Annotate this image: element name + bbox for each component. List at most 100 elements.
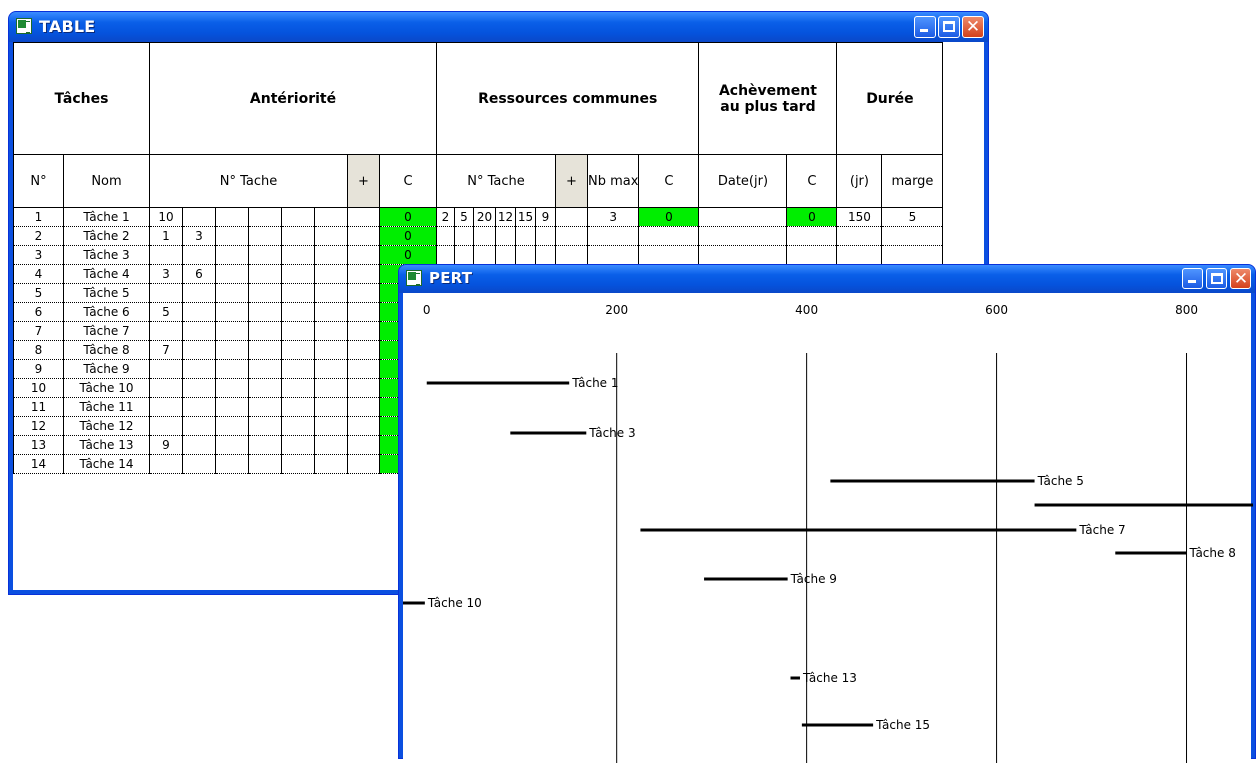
achevement-check[interactable]: 0 — [786, 207, 838, 227]
anteriorite-cell[interactable] — [215, 283, 249, 303]
anteriorite-cell[interactable] — [215, 245, 249, 265]
anteriorite-cell[interactable] — [215, 321, 249, 341]
anteriorite-cell[interactable] — [182, 283, 216, 303]
row-name[interactable]: Tâche 14 — [63, 454, 150, 474]
ressource-cell[interactable] — [535, 245, 556, 265]
anteriorite-cell[interactable] — [314, 435, 348, 455]
anteriorite-cell[interactable] — [248, 321, 282, 341]
anteriorite-cell[interactable]: 6 — [182, 264, 216, 284]
anteriorite-check[interactable]: 0 — [379, 226, 437, 246]
maximize-button[interactable] — [1206, 268, 1227, 289]
anteriorite-cell[interactable] — [314, 226, 348, 246]
anteriorite-cell[interactable] — [281, 207, 315, 227]
row-name[interactable]: Tâche 11 — [63, 397, 150, 417]
anteriorite-plus-cell[interactable] — [347, 302, 380, 322]
row-name[interactable]: Tâche 8 — [63, 340, 150, 360]
anteriorite-cell[interactable] — [314, 340, 348, 360]
anteriorite-plus-cell[interactable] — [347, 378, 380, 398]
anteriorite-cell[interactable]: 5 — [149, 302, 183, 322]
anteriorite-cell[interactable] — [248, 416, 282, 436]
minimize-button[interactable] — [914, 16, 936, 38]
anteriorite-cell[interactable] — [314, 283, 348, 303]
anteriorite-cell[interactable] — [149, 283, 183, 303]
ressource-cell[interactable]: 20 — [473, 207, 496, 227]
row-name[interactable]: Tâche 13 — [63, 435, 150, 455]
row-name[interactable]: Tâche 6 — [63, 302, 150, 322]
anteriorite-cell[interactable] — [248, 207, 282, 227]
anteriorite-cell[interactable] — [248, 283, 282, 303]
row-number[interactable]: 6 — [13, 302, 64, 322]
row-number[interactable]: 1 — [13, 207, 64, 227]
anteriorite-cell[interactable] — [215, 454, 249, 474]
anteriorite-plus-cell[interactable] — [347, 207, 380, 227]
ressource-cell[interactable]: 5 — [454, 207, 474, 227]
anteriorite-plus-cell[interactable] — [347, 226, 380, 246]
anteriorite-cell[interactable] — [149, 454, 183, 474]
row-name[interactable]: Tâche 10 — [63, 378, 150, 398]
anteriorite-plus-cell[interactable] — [347, 340, 380, 360]
marge-cell[interactable]: 5 — [881, 207, 944, 227]
row-number[interactable]: 9 — [13, 359, 64, 379]
ressource-plus-cell[interactable] — [555, 245, 588, 265]
anteriorite-cell[interactable] — [215, 207, 249, 227]
anteriorite-plus-cell[interactable] — [347, 454, 380, 474]
anteriorite-cell[interactable] — [281, 302, 315, 322]
duree-cell[interactable] — [836, 226, 883, 246]
minimize-button[interactable] — [1182, 268, 1203, 289]
anteriorite-cell[interactable] — [248, 378, 282, 398]
anteriorite-cell[interactable] — [314, 245, 348, 265]
anteriorite-cell[interactable] — [314, 416, 348, 436]
anteriorite-cell[interactable] — [149, 397, 183, 417]
anteriorite-cell[interactable] — [215, 397, 249, 417]
row-name[interactable]: Tâche 9 — [63, 359, 150, 379]
anteriorite-plus-cell[interactable] — [347, 416, 380, 436]
ressource-cell[interactable] — [495, 226, 516, 246]
anteriorite-cell[interactable]: 3 — [149, 264, 183, 284]
date-cell[interactable] — [698, 226, 788, 246]
nbmax-cell[interactable] — [586, 226, 640, 246]
ressource-cell[interactable]: 2 — [436, 207, 455, 227]
anteriorite-cell[interactable] — [281, 416, 315, 436]
pert-titlebar[interactable]: PERT ✕ — [399, 265, 1255, 293]
ressource-cell[interactable] — [515, 245, 536, 265]
ressource-cell[interactable] — [436, 226, 455, 246]
ressource-cell[interactable] — [473, 226, 496, 246]
anteriorite-cell[interactable] — [248, 226, 282, 246]
row-number[interactable]: 4 — [13, 264, 64, 284]
anteriorite-cell[interactable] — [248, 340, 282, 360]
anteriorite-cell[interactable] — [248, 302, 282, 322]
anteriorite-cell[interactable] — [281, 340, 315, 360]
anteriorite-cell[interactable] — [182, 435, 216, 455]
anteriorite-cell[interactable]: 3 — [182, 226, 216, 246]
anteriorite-cell[interactable] — [149, 321, 183, 341]
anteriorite-plus-cell[interactable] — [347, 245, 380, 265]
ressource-cell[interactable]: 9 — [535, 207, 556, 227]
anteriorite-plus-cell[interactable] — [347, 283, 380, 303]
ressource-cell[interactable] — [535, 226, 556, 246]
anteriorite-cell[interactable] — [182, 207, 216, 227]
anteriorite-plus-cell[interactable] — [347, 397, 380, 417]
anteriorite-cell[interactable] — [215, 340, 249, 360]
row-number[interactable]: 11 — [13, 397, 64, 417]
row-number[interactable]: 14 — [13, 454, 64, 474]
anteriorite-plus-cell[interactable] — [347, 321, 380, 341]
anteriorite-cell[interactable] — [281, 397, 315, 417]
ressource-cell[interactable]: 12 — [495, 207, 516, 227]
ressource-cell[interactable] — [473, 245, 496, 265]
row-name[interactable]: Tâche 12 — [63, 416, 150, 436]
anteriorite-cell[interactable]: 9 — [149, 435, 183, 455]
anteriorite-cell[interactable] — [314, 397, 348, 417]
anteriorite-cell[interactable] — [314, 359, 348, 379]
anteriorite-cell[interactable] — [314, 378, 348, 398]
anteriorite-cell[interactable] — [182, 321, 216, 341]
row-name[interactable]: Tâche 7 — [63, 321, 150, 341]
ressource-cell[interactable]: 15 — [515, 207, 536, 227]
date-cell[interactable] — [698, 207, 788, 227]
close-button[interactable]: ✕ — [962, 16, 984, 38]
anteriorite-cell[interactable] — [248, 397, 282, 417]
row-name[interactable]: Tâche 1 — [63, 207, 150, 227]
row-name[interactable]: Tâche 2 — [63, 226, 150, 246]
anteriorite-plus-cell[interactable] — [347, 359, 380, 379]
anteriorite-cell[interactable] — [149, 359, 183, 379]
anteriorite-cell[interactable] — [215, 359, 249, 379]
